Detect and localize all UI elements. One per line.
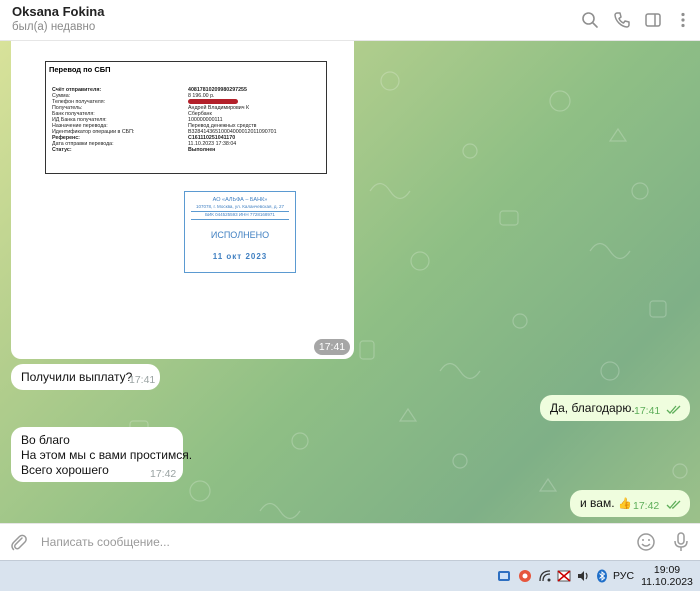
message-text: Получили выплату? <box>21 370 133 384</box>
clock-date: 11.10.2023 <box>641 576 693 588</box>
clock-time: 19:09 <box>653 564 681 576</box>
attach-paperclip-icon[interactable] <box>9 533 29 553</box>
phone-icon[interactable] <box>612 10 632 30</box>
message-input[interactable]: Написать сообщение... <box>41 535 170 549</box>
incoming-message[interactable]: Во благо На этом мы с вами простимся. Вс… <box>11 427 192 482</box>
message-time: 17:41 <box>129 374 156 386</box>
message-time: 17:42 <box>150 468 177 480</box>
message-text: На этом мы с вами простимся. <box>21 448 193 462</box>
receipt-row-label: Статус: <box>52 147 72 153</box>
more-icon[interactable] <box>673 10 693 30</box>
sidebar-toggle-icon[interactable] <box>643 10 663 30</box>
double-check-icon <box>666 500 681 509</box>
message-text: Всего хорошего <box>21 463 109 477</box>
redaction-mark <box>188 99 238 104</box>
message-time: 17:41 <box>314 339 350 355</box>
stamp-status: ИСПОЛНЕНО <box>210 230 270 240</box>
message-time: 17:42 <box>633 500 660 512</box>
search-icon[interactable] <box>580 10 600 30</box>
transfer-receipt: Перевод по СБП Счёт отправителя: 4081781… <box>45 61 327 174</box>
stamp-divider <box>191 219 289 220</box>
contact-name[interactable]: Oksana Fokina <box>12 4 104 19</box>
receipt-row-value: Выполнен <box>188 147 216 153</box>
message-text: Во благо <box>21 433 70 447</box>
tray-wifi-icon[interactable] <box>538 569 552 583</box>
tray-network-icon[interactable] <box>497 569 511 583</box>
system-clock[interactable]: 19:09 11.10.2023 <box>640 564 694 588</box>
double-check-icon <box>666 405 681 414</box>
microphone-icon[interactable] <box>671 531 691 553</box>
message-time: 17:41 <box>634 405 661 417</box>
chat-header: Oksana Fokina был(а) недавно <box>0 0 700 41</box>
message-text: и вам. <box>580 496 615 510</box>
stamp-date: 11 окт 2023 <box>212 252 268 261</box>
image-message[interactable]: Перевод по СБП Счёт отправителя: 4081781… <box>11 41 354 359</box>
outgoing-message[interactable]: и вам. 👍 17:42 <box>570 490 690 517</box>
message-composer: Написать сообщение... <box>0 523 700 560</box>
reaction-thumbs-up-icon[interactable]: 👍 <box>618 497 632 512</box>
message-text: Да, благодарю. <box>550 401 635 415</box>
windows-taskbar: РУС 19:09 11.10.2023 <box>0 560 700 591</box>
tray-app-icon[interactable] <box>518 569 532 583</box>
tray-volume-icon[interactable] <box>576 569 590 583</box>
chat-area[interactable]: Перевод по СБП Счёт отправителя: 4081781… <box>0 41 700 523</box>
bank-stamp: АО «АЛЬФА – БАНК» 107078, г. Москва, ул.… <box>184 191 296 273</box>
receipt-title: Перевод по СБП <box>49 65 111 74</box>
outgoing-message[interactable]: Да, благодарю. 17:41 <box>540 395 690 421</box>
contact-status: был(а) недавно <box>12 21 96 33</box>
emoji-smile-icon[interactable] <box>636 532 656 552</box>
tray-bluetooth-icon[interactable] <box>595 569 609 583</box>
tray-flag-icon[interactable] <box>557 569 571 583</box>
input-language[interactable]: РУС <box>613 570 634 582</box>
incoming-message[interactable]: Получили выплату? 17:41 <box>11 364 160 390</box>
stamp-address: 107078, г. Москва, ул. Каланчевская, д. … <box>195 204 285 209</box>
stamp-bank-name: АО «АЛЬФА – БАНК» <box>212 197 268 203</box>
stamp-bik: БИК 044525593 ИНН 7728168971 <box>205 212 275 217</box>
